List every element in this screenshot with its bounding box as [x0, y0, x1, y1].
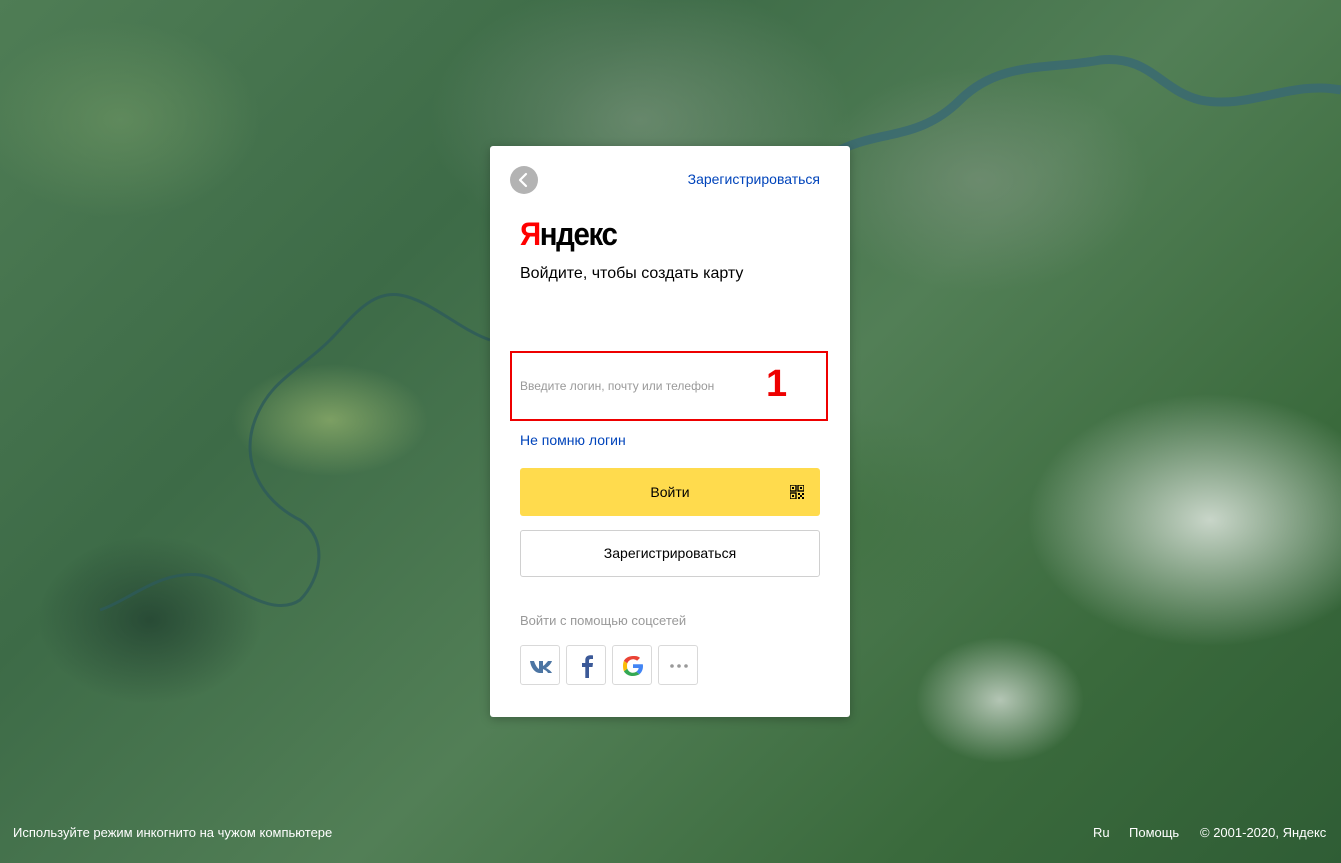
social-login-label: Войти с помощью соцсетей [520, 613, 687, 628]
login-card: Зарегистрироваться Яндекс Войдите, чтобы… [490, 146, 850, 717]
vk-icon [530, 661, 552, 673]
forgot-login-link[interactable]: Не помню логин [520, 432, 626, 448]
register-button[interactable]: Зарегистрироваться [520, 530, 820, 577]
facebook-login-button[interactable] [566, 645, 606, 685]
signin-button[interactable]: Войти [520, 468, 820, 516]
yandex-logo: Яндекс [520, 216, 618, 252]
register-link[interactable]: Зарегистрироваться [688, 171, 820, 187]
facebook-icon [582, 655, 593, 678]
annotation-number: 1 [766, 363, 788, 405]
back-button[interactable] [510, 166, 538, 194]
help-link[interactable]: Помощь [1129, 825, 1179, 840]
language-switch[interactable]: Ru [1093, 825, 1110, 840]
google-icon [623, 656, 643, 676]
chevron-left-icon [518, 172, 528, 188]
signin-button-label: Войти [650, 484, 690, 500]
more-icon [670, 664, 688, 668]
vk-login-button[interactable] [520, 645, 560, 685]
page-subtitle: Войдите, чтобы создать карту [520, 265, 744, 282]
login-field-highlight: 1 [510, 351, 828, 421]
login-input[interactable] [520, 373, 750, 399]
more-login-options-button[interactable] [658, 645, 698, 685]
qr-code-icon[interactable] [790, 485, 804, 499]
google-login-button[interactable] [612, 645, 652, 685]
incognito-hint: Используйте режим инкогнито на чужом ком… [13, 825, 333, 840]
copyright: © 2001-2020, Яндекс [1200, 825, 1327, 840]
